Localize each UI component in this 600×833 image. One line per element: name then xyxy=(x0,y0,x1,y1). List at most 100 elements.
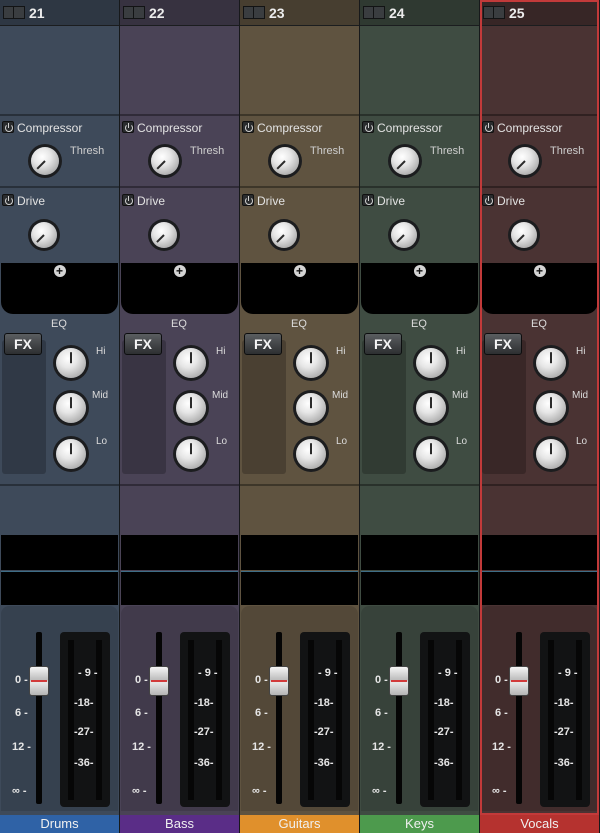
eq-hi-knob[interactable] xyxy=(176,348,206,378)
fader-track[interactable] xyxy=(276,632,282,804)
compressor-power-icon[interactable] xyxy=(122,121,134,133)
eq-lo-knob[interactable] xyxy=(56,439,86,469)
fx-button[interactable]: FX xyxy=(364,333,402,355)
insert-slot[interactable]: + xyxy=(241,263,358,314)
eq-mid-knob[interactable] xyxy=(296,393,326,423)
channel-strip-guitars[interactable]: 23 Compressor Thresh Drive + FX EQ Hi Mi… xyxy=(240,0,360,833)
eq-lo-knob[interactable] xyxy=(176,439,206,469)
insert-slot[interactable]: + xyxy=(1,263,118,314)
send-slot-2[interactable] xyxy=(121,572,238,605)
volume-fader[interactable] xyxy=(389,666,409,696)
channel-strip-keys[interactable]: 24 Compressor Thresh Drive + FX EQ Hi Mi… xyxy=(360,0,480,833)
drive-power-icon[interactable] xyxy=(242,194,254,206)
channel-header[interactable]: 24 xyxy=(360,0,479,26)
channel-name[interactable]: Drums xyxy=(0,815,119,833)
drive-power-icon[interactable] xyxy=(2,194,14,206)
fader-scale-6: 6 - xyxy=(15,707,28,719)
channel-name[interactable]: Guitars xyxy=(240,815,359,833)
compressor-power-icon[interactable] xyxy=(362,121,374,133)
send-slot-1[interactable] xyxy=(121,535,238,570)
add-insert-icon[interactable]: + xyxy=(173,265,186,277)
compressor-power-icon[interactable] xyxy=(2,121,14,133)
thresh-knob[interactable] xyxy=(151,147,179,175)
send-slot-1[interactable] xyxy=(241,535,358,570)
channel-header[interactable]: 25 xyxy=(480,0,599,26)
eq-mid-knob[interactable] xyxy=(176,393,206,423)
eq-hi-knob[interactable] xyxy=(416,348,446,378)
compressor-power-icon[interactable] xyxy=(482,121,494,133)
meter-scale-18: -18- xyxy=(74,697,94,709)
fader-scale-0: 0 - xyxy=(135,674,148,686)
channel-slot-icon[interactable] xyxy=(363,6,385,19)
eq-mid-knob[interactable] xyxy=(56,393,86,423)
fx-button[interactable]: FX xyxy=(484,333,522,355)
eq-mid-knob[interactable] xyxy=(536,393,566,423)
channel-header[interactable]: 22 xyxy=(120,0,239,26)
eq-lo-knob[interactable] xyxy=(296,439,326,469)
add-insert-icon[interactable]: + xyxy=(53,265,66,277)
drive-power-icon[interactable] xyxy=(482,194,494,206)
channel-slot-icon[interactable] xyxy=(243,6,265,19)
add-insert-icon[interactable]: + xyxy=(293,265,306,277)
fader-track[interactable] xyxy=(396,632,402,804)
drive-knob[interactable] xyxy=(511,222,537,248)
fader-track[interactable] xyxy=(156,632,162,804)
fader-track[interactable] xyxy=(516,632,522,804)
level-meter xyxy=(180,632,230,807)
drive-label: Drive xyxy=(497,194,526,208)
thresh-knob[interactable] xyxy=(271,147,299,175)
thresh-knob[interactable] xyxy=(511,147,539,175)
channel-slot-icon[interactable] xyxy=(3,6,25,19)
channel-name[interactable]: Keys xyxy=(360,815,479,833)
send-slot-2[interactable] xyxy=(361,572,478,605)
volume-fader[interactable] xyxy=(149,666,169,696)
volume-fader[interactable] xyxy=(509,666,529,696)
eq-mid-knob[interactable] xyxy=(416,393,446,423)
eq-hi-label: Hi xyxy=(96,346,106,357)
drive-power-icon[interactable] xyxy=(362,194,374,206)
send-slot-2[interactable] xyxy=(241,572,358,605)
thresh-knob[interactable] xyxy=(391,147,419,175)
drive-knob[interactable] xyxy=(391,222,417,248)
eq-lo-knob[interactable] xyxy=(536,439,566,469)
channel-name[interactable]: Vocals xyxy=(480,815,599,833)
send-slot-2[interactable] xyxy=(481,572,598,605)
drive-knob[interactable] xyxy=(31,222,57,248)
add-insert-icon[interactable]: + xyxy=(413,265,426,277)
compressor-power-icon[interactable] xyxy=(242,121,254,133)
channel-strip-vocals[interactable]: 25 Compressor Thresh Drive + FX EQ Hi Mi… xyxy=(480,0,600,833)
fx-button[interactable]: FX xyxy=(244,333,282,355)
drive-knob[interactable] xyxy=(271,222,297,248)
eq-hi-knob[interactable] xyxy=(536,348,566,378)
thresh-knob[interactable] xyxy=(31,147,59,175)
insert-slot[interactable]: + xyxy=(361,263,478,314)
fx-button[interactable]: FX xyxy=(124,333,162,355)
volume-fader[interactable] xyxy=(269,666,289,696)
eq-hi-knob[interactable] xyxy=(56,348,86,378)
channel-strip-bass[interactable]: 22 Compressor Thresh Drive + FX EQ Hi Mi… xyxy=(120,0,240,833)
eq-lo-knob[interactable] xyxy=(416,439,446,469)
send-slot-1[interactable] xyxy=(1,535,118,570)
channel-header[interactable]: 23 xyxy=(240,0,359,26)
insert-slot[interactable]: + xyxy=(121,263,238,314)
channel-slot-icon[interactable] xyxy=(123,6,145,19)
fader-track[interactable] xyxy=(36,632,42,804)
channel-header[interactable]: 21 xyxy=(0,0,119,26)
channel-strip-drums[interactable]: 21 Compressor Thresh Drive + FX EQ Hi Mi… xyxy=(0,0,120,833)
meter-scale-27: -27- xyxy=(554,726,574,738)
volume-fader[interactable] xyxy=(29,666,49,696)
fx-button[interactable]: FX xyxy=(4,333,42,355)
send-slot-1[interactable] xyxy=(361,535,478,570)
insert-slot[interactable]: + xyxy=(481,263,598,314)
send-slot-2[interactable] xyxy=(1,572,118,605)
eq-hi-knob[interactable] xyxy=(296,348,326,378)
drive-power-icon[interactable] xyxy=(122,194,134,206)
send-slot-1[interactable] xyxy=(481,535,598,570)
eq-hi-label: Hi xyxy=(336,346,346,357)
channel-name[interactable]: Bass xyxy=(120,815,239,833)
add-insert-icon[interactable]: + xyxy=(533,265,546,277)
drive-knob[interactable] xyxy=(151,222,177,248)
fx-panel xyxy=(242,340,286,474)
channel-slot-icon[interactable] xyxy=(483,6,505,19)
meter-scale-36: -36- xyxy=(314,757,334,769)
